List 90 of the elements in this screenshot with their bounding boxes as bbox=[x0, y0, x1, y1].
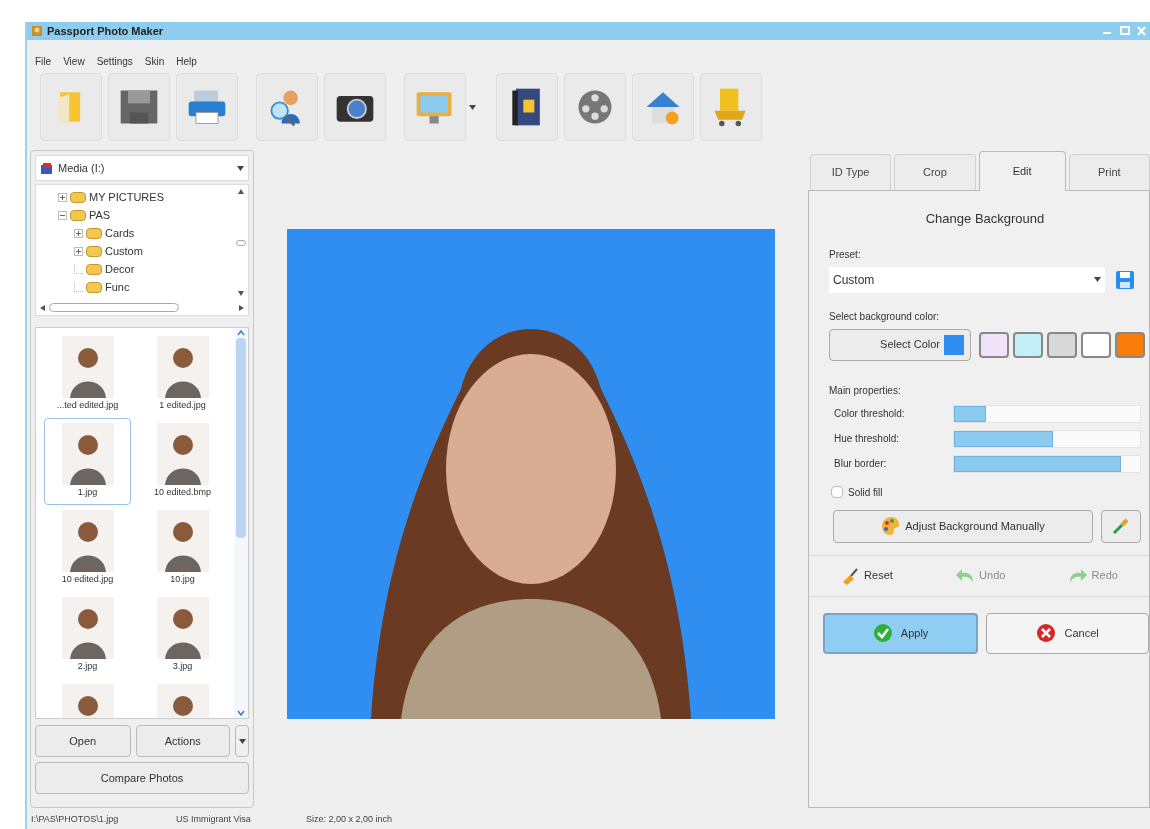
toolbar-button[interactable] bbox=[324, 73, 386, 141]
cancel-button[interactable]: Cancel bbox=[986, 612, 1149, 654]
tab[interactable]: Crop bbox=[894, 154, 976, 190]
dropdown-arrow-icon bbox=[238, 738, 246, 744]
thumbnail[interactable]: 1.jpg bbox=[44, 418, 131, 505]
slider-label: Blur border: bbox=[834, 457, 888, 471]
status-text: Size: 2,00 x 2,00 inch bbox=[306, 812, 394, 826]
app-icon bbox=[31, 25, 43, 37]
slider-label: Hue threshold: bbox=[834, 432, 901, 446]
toolbar-button[interactable] bbox=[108, 73, 170, 141]
photo-placeholder bbox=[156, 423, 209, 485]
slider-track[interactable] bbox=[953, 454, 1141, 473]
cancel-icon bbox=[1036, 623, 1057, 643]
expand-icon[interactable] bbox=[74, 246, 83, 256]
window-title: Passport Photo Maker bbox=[47, 23, 164, 39]
vertical-scrollbar[interactable] bbox=[234, 328, 248, 718]
scroll-right-arrow-icon[interactable] bbox=[239, 304, 244, 311]
compare-photos-button[interactable]: Compare Photos bbox=[35, 762, 249, 794]
status-text: I:\PAS\PHOTOS\1.jpg bbox=[31, 812, 120, 826]
folder-icon bbox=[86, 227, 102, 239]
thumbnail[interactable]: 1 edited.jpg bbox=[139, 331, 226, 418]
color-swatch[interactable] bbox=[979, 331, 1009, 358]
tab[interactable]: ID Type bbox=[810, 154, 892, 190]
photo-placeholder bbox=[61, 336, 114, 398]
thumbnail[interactable]: 3.jpg bbox=[139, 592, 226, 679]
photo-placeholder bbox=[61, 510, 114, 572]
menu-item[interactable]: Help bbox=[176, 53, 197, 69]
photo-placeholder bbox=[156, 597, 209, 659]
photo-placeholder bbox=[61, 423, 114, 485]
color-swatch[interactable] bbox=[1047, 331, 1077, 358]
toolbar-button[interactable] bbox=[496, 73, 558, 141]
tree-item[interactable]: MY PICTURES bbox=[89, 188, 164, 206]
actions-button[interactable]: Actions bbox=[135, 725, 231, 757]
thumbnail[interactable]: 10 edited.jpg bbox=[44, 505, 131, 592]
dropdown-arrow-icon[interactable] bbox=[468, 104, 476, 110]
background-color-label: Select background color: bbox=[829, 309, 941, 324]
expand-icon[interactable] bbox=[58, 192, 67, 202]
save-icon[interactable] bbox=[1115, 269, 1135, 290]
slider-track[interactable] bbox=[953, 429, 1141, 448]
color-swatch[interactable] bbox=[1081, 331, 1111, 358]
drive-icon bbox=[40, 161, 54, 175]
color-swatch[interactable] bbox=[1115, 331, 1145, 358]
color-swatch[interactable] bbox=[1013, 331, 1043, 358]
adjust-background-button[interactable]: Adjust Background Manually bbox=[833, 509, 1093, 543]
thumbnail[interactable]: ...ted edited.jpg bbox=[44, 331, 131, 418]
dropdown-arrow-icon bbox=[237, 165, 244, 171]
folder-icon bbox=[70, 209, 86, 221]
thumbnail[interactable]: 2.jpg bbox=[44, 592, 131, 679]
slider-track[interactable] bbox=[953, 404, 1141, 423]
slider-label: Color threshold: bbox=[834, 407, 906, 421]
scroll-up-arrow-icon[interactable] bbox=[238, 189, 244, 194]
collapse-icon[interactable] bbox=[58, 210, 67, 220]
select-color-button[interactable]: Select Color bbox=[829, 328, 971, 361]
checkmark-icon bbox=[872, 623, 893, 643]
menu-item[interactable]: Skin bbox=[144, 53, 165, 69]
dropdown-arrow-icon bbox=[1094, 277, 1101, 282]
solid-fill-checkbox[interactable]: Solid fill bbox=[831, 484, 1149, 500]
preset-dropdown[interactable]: Custom bbox=[829, 266, 1105, 293]
expand-icon[interactable] bbox=[74, 228, 83, 238]
actions-dropdown-button[interactable] bbox=[235, 725, 249, 757]
drive-dropdown[interactable]: Media (I:) bbox=[35, 155, 249, 181]
eyedropper-button[interactable] bbox=[1101, 509, 1141, 543]
photo-placeholder bbox=[156, 336, 209, 398]
status-text: US Immigrant Visa bbox=[176, 812, 252, 826]
photo-placeholder bbox=[156, 510, 209, 572]
scroll-down-arrow-icon[interactable] bbox=[238, 291, 244, 296]
menu-item[interactable]: Settings bbox=[96, 53, 133, 69]
tab[interactable]: Edit bbox=[978, 151, 1066, 191]
thumbnail[interactable]: 10 edited.bmp bbox=[139, 418, 226, 505]
eyedropper-icon bbox=[1112, 517, 1130, 535]
apply-button[interactable]: Apply bbox=[823, 612, 979, 654]
folder-icon bbox=[70, 191, 86, 203]
menu-item[interactable]: File bbox=[35, 53, 52, 69]
tree-item[interactable]: Custom bbox=[105, 242, 143, 260]
scroll-left-arrow-icon[interactable] bbox=[40, 304, 45, 311]
tree-item[interactable]: PAS bbox=[89, 206, 111, 224]
open-button[interactable]: Open bbox=[35, 725, 131, 757]
photo-placeholder bbox=[61, 597, 114, 659]
preset-label: Preset: bbox=[829, 247, 862, 262]
thumbnail[interactable]: 10.jpg bbox=[139, 505, 226, 592]
tab[interactable]: Print bbox=[1068, 154, 1150, 190]
main-properties-label: Main properties: bbox=[829, 383, 902, 398]
tree-item[interactable]: Cards bbox=[105, 224, 135, 242]
reset-button[interactable]: Reset bbox=[840, 565, 893, 586]
tree-item[interactable]: Func bbox=[105, 278, 130, 296]
folder-icon bbox=[86, 245, 102, 257]
menu-item[interactable]: View bbox=[63, 53, 85, 69]
tree-item[interactable]: Decor bbox=[105, 260, 135, 278]
palette-icon bbox=[881, 516, 902, 536]
panel-title: Change Background bbox=[924, 210, 1046, 228]
